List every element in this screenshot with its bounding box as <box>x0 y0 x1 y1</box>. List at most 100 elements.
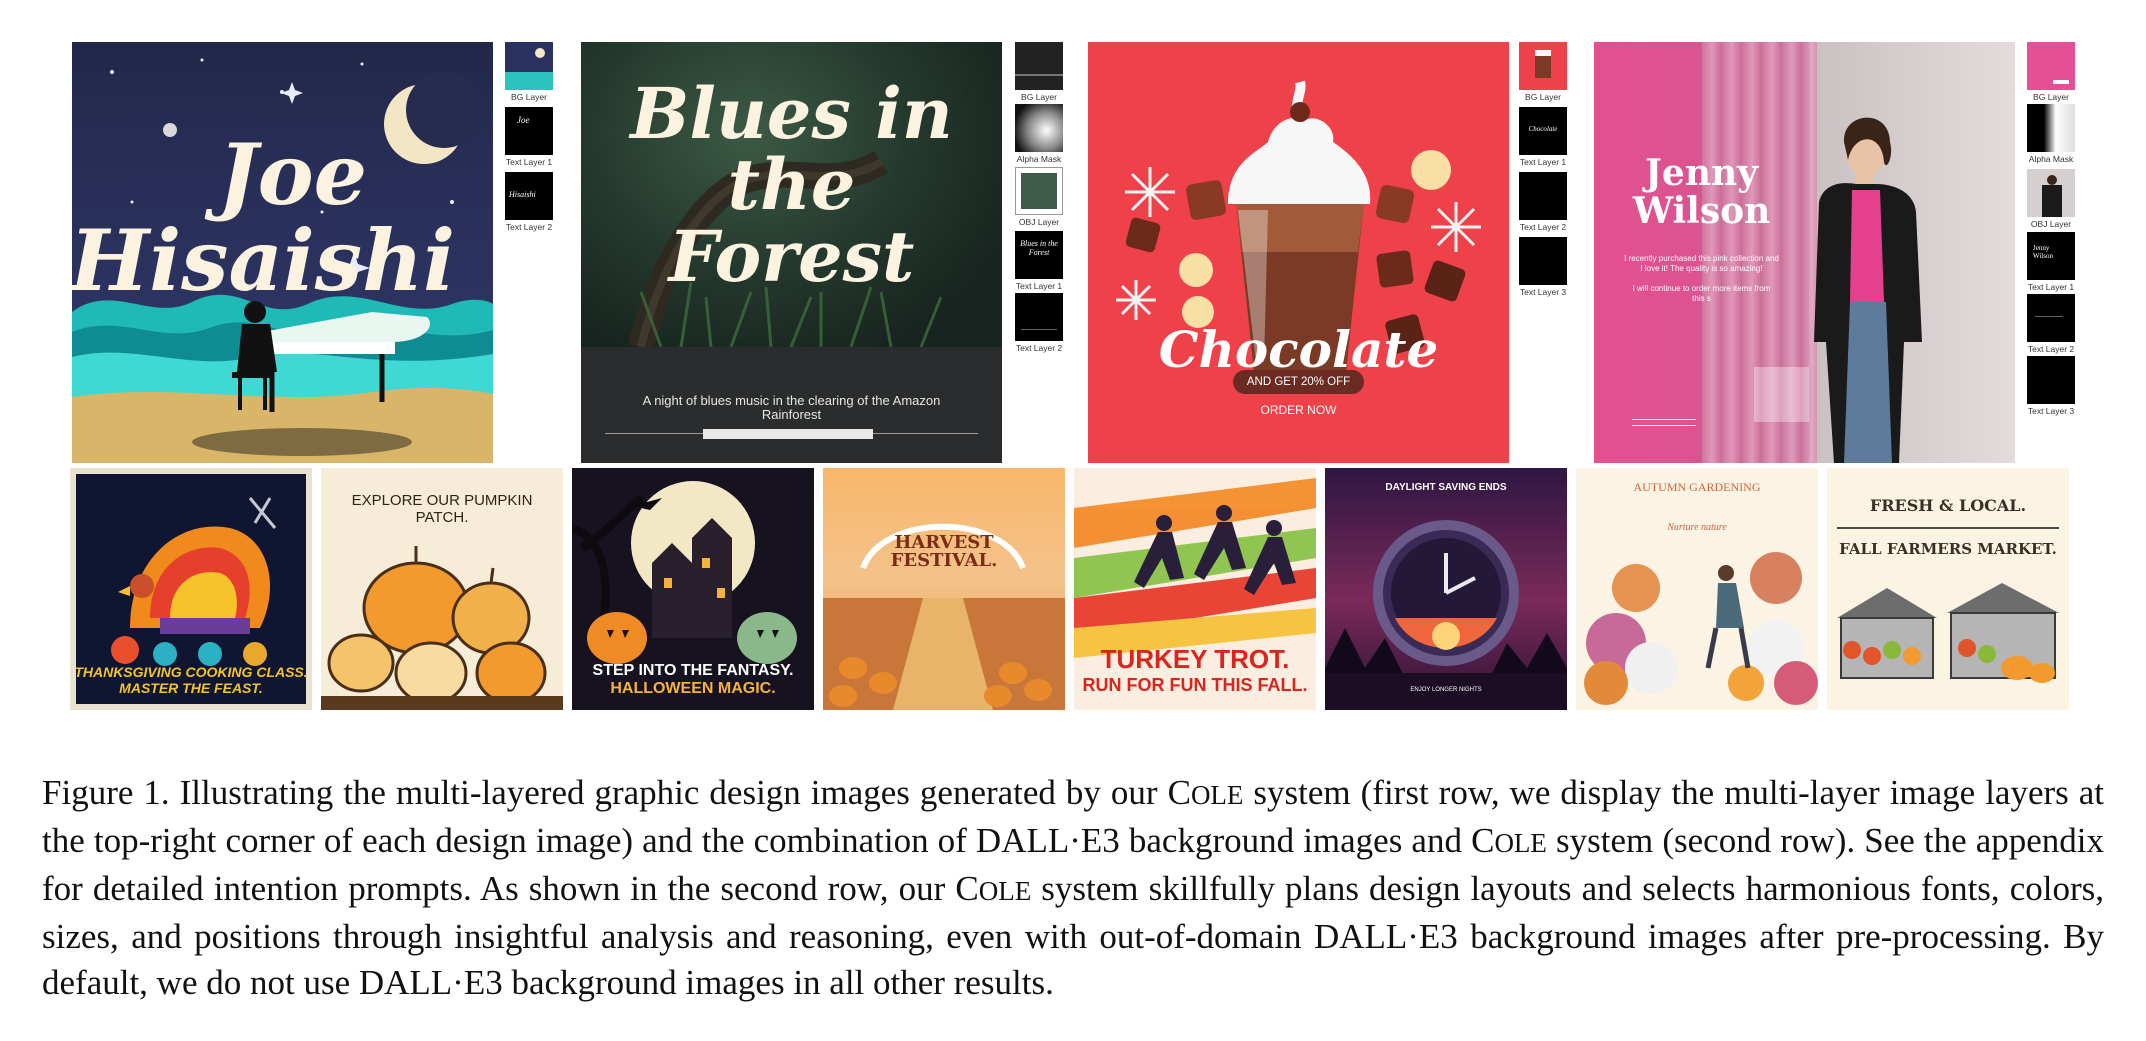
layer-thumb-text1: Joe <box>505 107 553 155</box>
title-line-2: Forest <box>668 214 915 298</box>
title-line-1: Joe <box>217 125 368 224</box>
layer-label: Text Layer 2 <box>505 222 553 232</box>
layer-thumb-bg <box>1015 42 1063 90</box>
cole-rest-text: OLE <box>1190 780 1244 810</box>
cole-rest-text: OLE <box>1494 828 1547 858</box>
layer-thumb-text3 <box>1519 237 1567 285</box>
body-line: I will continue to order more items from <box>1632 284 1771 293</box>
decorative-bar <box>1632 419 1696 426</box>
cole-rest: OLE <box>1494 828 1546 858</box>
tile-daylight-saving: DAYLIGHT SAVING ENDS ENJOY LONGER NIGHTS <box>1325 468 1567 710</box>
layer-label: OBJ Layer <box>2030 219 2072 229</box>
cole-rest-text: OLE <box>978 876 1032 906</box>
tile-line-2: PATCH. <box>415 509 469 526</box>
tile-line-1: DAYLIGHT SAVING ENDS <box>1385 482 1507 493</box>
testimonial-text: I recently purchased this pink collectio… <box>1604 254 1799 304</box>
layer-thumb-text1: Jenny Wilson <box>2027 232 2075 280</box>
tile-text: EXPLORE OUR PUMPKIN PATCH. <box>321 492 563 526</box>
layer-thumb-text1: Blues in the Forest <box>1015 231 1063 279</box>
layer-label: Alpha Mask <box>1016 154 1062 164</box>
thumb-text: Joe <box>517 115 530 125</box>
caption-label: Figure 1. <box>42 773 170 812</box>
layer-thumb-bg <box>2027 42 2075 90</box>
layer-label: Text Layer 2 <box>1519 222 1567 232</box>
subtitle-line-2: Rainforest <box>761 407 822 422</box>
tile-autumn-gardening: AUTUMN GARDENING Nurture nature <box>1576 468 1818 710</box>
tile-line-2: ENJOY LONGER NIGHTS <box>1410 687 1482 693</box>
thumb-text: Jenny Wilson <box>2033 244 2053 260</box>
thumb-text: Chocolate <box>1528 125 1558 133</box>
tile-line-2: FALL FARMERS MARKET. <box>1839 540 2057 558</box>
layer-thumb-bg <box>1519 42 1567 90</box>
title-line-1: Blues in the <box>630 72 953 227</box>
layer-label: Text Layer 3 <box>1519 287 1567 297</box>
chocolate-drink-illustration <box>1116 80 1481 372</box>
tile-line-2: MASTER THE FEAST. <box>119 680 263 696</box>
layer-label: BG Layer <box>511 92 547 102</box>
divider-bar <box>703 429 873 439</box>
cta-text: ORDER NOW <box>1260 403 1337 417</box>
layer-label: BG Layer <box>1525 92 1561 102</box>
tile-pumpkin-patch: EXPLORE OUR PUMPKIN PATCH. <box>321 468 563 710</box>
layer-label: Text Layer 1 <box>1519 157 1567 167</box>
tile-text: STEP INTO THE FANTASY. HALLOWEEN MAGIC. <box>572 662 814 698</box>
tile-thanksgiving: THANKSGIVING COOKING CLASS. MASTER THE F… <box>70 468 312 710</box>
cole-rest: OLE <box>1191 780 1243 810</box>
tile-line-2: Nurture nature <box>1667 522 1727 533</box>
garden-illustration <box>1584 552 1818 705</box>
layer-label: Text Layer 3 <box>2027 406 2075 416</box>
tile-line-1: AUTUMN GARDENING <box>1633 480 1761 494</box>
offer-pill: AND GET 20% OFF <box>1233 370 1364 394</box>
body-line: I love it! The quality is so amazing! <box>1640 264 1763 273</box>
tile-text: HARVEST FESTIVAL. <box>823 534 1065 570</box>
thumb-text: Hisaishi <box>509 190 536 199</box>
design-chocolate: Chocolate AND GET 20% OFF ORDER NOW <box>1088 42 1509 463</box>
layer-thumb-text3 <box>2027 356 2075 404</box>
layer-label: BG Layer <box>1021 92 1057 102</box>
title-line-2: Wilson <box>1632 190 1771 232</box>
cole-rest: OLE <box>979 876 1031 906</box>
design-jenny-wilson: Jenny Wilson I recently purchased this p… <box>1594 42 2015 463</box>
harvest-field-illustration <box>823 523 1065 710</box>
cole-name: COLE <box>955 869 1031 908</box>
tile-text: THANKSGIVING COOKING CLASS. MASTER THE F… <box>70 664 312 696</box>
tile-line-1: EXPLORE OUR PUMPKIN <box>351 492 533 509</box>
subtitle-line-1: A night of blues music in the clearing o… <box>642 393 941 408</box>
decorative-square <box>1754 367 1809 422</box>
cole-name: COLE <box>1168 773 1244 812</box>
layer-thumb-text2: Hisaishi <box>505 172 553 220</box>
cole-name: COLE <box>1471 821 1547 860</box>
layer-thumb-bg <box>505 42 553 90</box>
layer-thumb-text2 <box>1519 172 1567 220</box>
title-line-2: Hisaishi <box>72 210 456 310</box>
layer-thumb-text1: Chocolate <box>1519 107 1567 155</box>
tile-turkey-trot: TURKEY TROT. RUN FOR FUN THIS FALL. <box>1074 468 1316 710</box>
layer-thumb-alpha <box>1015 104 1063 152</box>
layer-thumb-obj <box>1015 167 1063 215</box>
clock-illustration <box>1325 520 1567 710</box>
body-line: this s <box>1692 294 1711 303</box>
figure-caption: Figure 1. Illustrating the multi-layered… <box>42 770 2104 1006</box>
design-blues-forest: Blues in the Forest A night of blues mus… <box>581 42 1002 463</box>
tile-line-2: HALLOWEEN MAGIC. <box>610 680 776 697</box>
cole-initial: C <box>955 869 979 908</box>
tile-farmers-market: FRESH & LOCAL. FALL FARMERS MARKET. <box>1827 468 2069 710</box>
tile-line-1: TURKEY TROT. <box>1100 644 1290 674</box>
layer-label: Text Layer 1 <box>2027 282 2075 292</box>
layer-label: Text Layer 1 <box>505 157 553 167</box>
tile-halloween: STEP INTO THE FANTASY. HALLOWEEN MAGIC. <box>572 468 814 710</box>
tile-line-1: STEP INTO THE FANTASY. <box>592 662 794 679</box>
design-joe-hisaishi: Joe Hisaishi <box>72 42 493 463</box>
cole-initial: C <box>1167 773 1191 812</box>
layer-thumb-alpha <box>2027 104 2075 152</box>
design-title: Jenny Wilson <box>1594 154 1809 230</box>
layer-thumb-text2 <box>1015 293 1063 341</box>
cole-initial: C <box>1471 821 1495 860</box>
layer-label: OBJ Layer <box>1018 217 1060 227</box>
layer-label: Alpha Mask <box>2028 154 2074 164</box>
layer-label: Text Layer 2 <box>2027 344 2075 354</box>
tile-line-1: THANKSGIVING COOKING CLASS. <box>74 664 308 680</box>
title-line-1: Jenny <box>1644 152 1759 194</box>
design-subtitle: A night of blues music in the clearing o… <box>581 394 1002 422</box>
tile-text: TURKEY TROT. RUN FOR FUN THIS FALL. <box>1074 646 1316 698</box>
